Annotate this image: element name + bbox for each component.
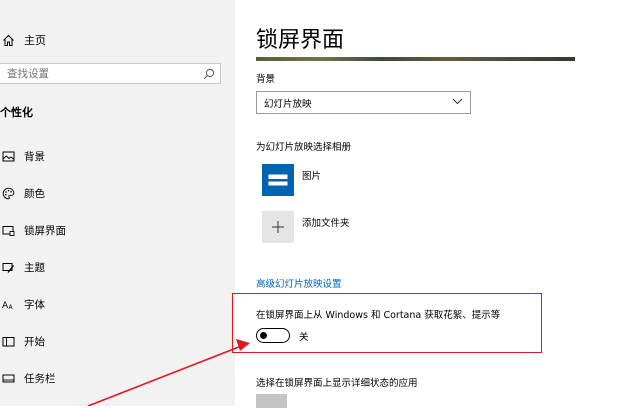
chevron-down-icon (452, 97, 463, 108)
sidebar-item-lock-screen[interactable]: 锁屏界面 (0, 212, 235, 249)
sidebar-item-label: 锁屏界面 (24, 225, 66, 237)
search-input[interactable] (0, 64, 198, 83)
search-icon[interactable] (198, 68, 220, 80)
add-folder-label: 添加文件夹 (302, 218, 350, 229)
lock-screen-icon (0, 225, 20, 237)
start-icon (0, 336, 20, 348)
sidebar-item-label: 字体 (24, 299, 45, 311)
sidebar-item-fonts[interactable]: AA 字体 (0, 286, 235, 323)
svg-text:A: A (9, 304, 14, 311)
section-title: 个性化 (0, 106, 33, 119)
background-label: 背景 (256, 74, 276, 85)
sidebar-item-themes[interactable]: 主题 (0, 249, 235, 286)
sidebar-item-background[interactable]: 背景 (0, 138, 235, 175)
sidebar-item-label: 背景 (24, 151, 45, 163)
page-title: 锁屏界面 (256, 28, 345, 53)
plus-icon (262, 211, 294, 243)
sidebar-item-label: 任务栏 (24, 373, 56, 385)
background-dropdown[interactable]: 幻灯片放映 (256, 91, 471, 114)
advanced-slideshow-link[interactable]: 高级幻灯片放映设置 (256, 276, 342, 290)
font-icon: AA (0, 299, 20, 311)
background-dropdown-value: 幻灯片放映 (264, 98, 312, 110)
highlight-box (232, 293, 542, 353)
home-icon (0, 34, 20, 47)
album-item-pictures[interactable]: 图片 (262, 164, 321, 196)
nav-home-label: 主页 (24, 34, 46, 47)
album-label: 为幻灯片放映选择相册 (256, 142, 352, 153)
sidebar-item-label: 主题 (24, 262, 45, 274)
sidebar-item-start[interactable]: 开始 (0, 323, 235, 360)
pictures-folder-icon (262, 164, 294, 196)
nav-home[interactable]: 主页 (0, 30, 46, 50)
nav-list: 背景 颜色 锁屏界面 主题 AA 字体 开始 任务栏 (0, 138, 235, 397)
palette-icon (0, 187, 20, 200)
sidebar: 主页 个性化 背景 颜色 锁屏界面 (0, 0, 235, 406)
sidebar-item-label: 颜色 (24, 188, 45, 200)
sidebar-item-label: 开始 (24, 336, 45, 348)
lock-screen-preview (256, 57, 575, 61)
detailed-status-label: 选择在锁屏界面上显示详细状态的应用 (256, 378, 418, 389)
album-item-label: 图片 (302, 171, 322, 182)
brush-icon (0, 262, 20, 274)
sidebar-item-colors[interactable]: 颜色 (0, 175, 235, 212)
sidebar-item-taskbar[interactable]: 任务栏 (0, 360, 235, 397)
taskbar-icon (0, 373, 20, 385)
add-folder-button[interactable]: 添加文件夹 (262, 211, 350, 243)
search-box[interactable] (0, 63, 221, 84)
picture-icon (0, 151, 20, 162)
